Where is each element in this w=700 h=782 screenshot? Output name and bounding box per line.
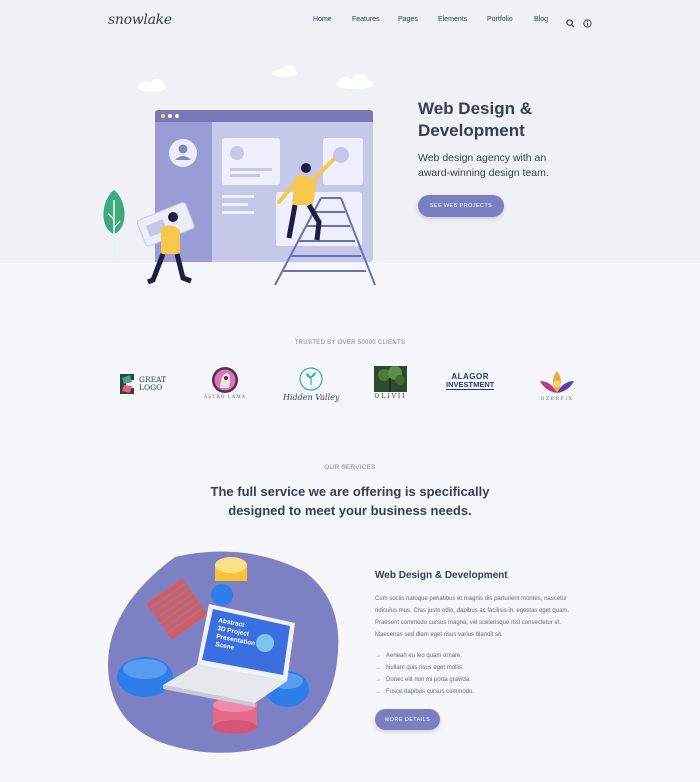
search-icon[interactable] <box>566 15 575 33</box>
bullet-text: Aenean eu leo quam ornare. <box>386 653 463 659</box>
brand-logo[interactable]: snowlake <box>108 12 172 28</box>
ozerfix-icon <box>540 371 574 393</box>
client-logo-astro-lama[interactable]: ASTRO LAMA <box>204 366 246 400</box>
arrow-right-icon: → <box>375 665 381 671</box>
nav-item-elements[interactable]: Elements <box>438 16 487 23</box>
see-web-projects-button[interactable]: SEE WEB PROJECTS <box>418 195 504 217</box>
service-bullet-list: → Aenean eu leo quam ornare. → Nullam quis… <box>375 650 474 698</box>
service-description: Cum sociis natoque penatibus et magnis d… <box>375 596 570 638</box>
hero-title: Web Design & Development <box>418 98 618 142</box>
bullet-text: Donec elit non mi porta gravida. <box>386 677 471 683</box>
nav-item-home[interactable]: Home <box>313 16 352 23</box>
nav-item-pages[interactable]: Pages <box>398 16 438 23</box>
client-logo-alagor-investment[interactable]: ALAGOR INVESTMENT <box>446 373 495 390</box>
olivii-icon <box>374 366 407 392</box>
astro-lama-icon <box>211 367 238 393</box>
astro-lama-caption: ASTRO LAMA <box>204 395 246 400</box>
client-logo-olivii[interactable]: OLIVII <box>374 366 407 400</box>
service-title: Web Design & Development <box>375 570 508 581</box>
arrow-right-icon: → <box>375 677 381 683</box>
main-nav: Home Features Pages Elements Portfolio B… <box>313 16 559 23</box>
client-logo-great-logo[interactable]: GREAT LOGO <box>118 371 166 397</box>
hero-title-line1: Web Design & <box>418 99 532 118</box>
hidden-valley-icon <box>299 367 323 391</box>
nav-item-portfolio[interactable]: Portfolio <box>487 16 534 23</box>
services-headline-line1: The full service we are offering is spec… <box>210 484 490 499</box>
olivii-caption: OLIVII <box>374 393 407 400</box>
info-icon[interactable] <box>583 15 592 33</box>
alagor-line2: INVESTMENT <box>446 380 495 390</box>
bullet-text: Nullam quis risus eget mollis. <box>386 665 464 671</box>
services-headline: The full service we are offering is spec… <box>200 483 500 520</box>
great-logo-icon <box>120 374 134 394</box>
nav-actions <box>566 15 592 33</box>
ozerfix-caption: OZERFIX <box>540 397 574 402</box>
hero-subtitle-line1: Web design agency with an <box>418 152 547 164</box>
services-label: OUR SERVICES <box>324 464 376 471</box>
more-details-button[interactable]: MORE DETAILS <box>375 709 440 730</box>
nav-item-features[interactable]: Features <box>352 16 398 23</box>
bullet-text: Fusce dapibus cursus commodo. <box>386 689 475 695</box>
arrow-right-icon: → <box>375 653 381 659</box>
client-logo-hidden-valley[interactable]: Hidden Valley <box>283 367 339 402</box>
great-logo-line2: LOGO <box>139 383 163 392</box>
hero-title-line2: Development <box>418 121 525 140</box>
list-item: → Nullam quis risus eget mollis. <box>375 662 474 674</box>
services-headline-line2: designed to meet your business needs. <box>228 502 472 518</box>
arrow-right-icon: → <box>375 689 381 695</box>
hero-subtitle: Web design agency with an award-winning … <box>418 151 588 181</box>
clients-heading: TRUSTED BY OVER 50000 CLIENTS <box>294 340 406 346</box>
hidden-valley-caption: Hidden Valley <box>283 393 340 402</box>
hero-subtitle-line2: award-winning design team. <box>418 167 549 179</box>
list-item: → Donec elit non mi porta gravida. <box>375 674 474 686</box>
hero-illustration <box>103 65 376 286</box>
services-illustration: Abstract 3D Project Presentation Scene <box>107 551 339 753</box>
nav-item-blog[interactable]: Blog <box>534 16 559 23</box>
client-logo-ozerfix[interactable]: OZERFIX <box>537 369 577 402</box>
list-item: → Aenean eu leo quam ornare. <box>375 650 474 662</box>
tree-icon <box>103 190 125 263</box>
list-item: → Fusce dapibus cursus commodo. <box>375 686 474 698</box>
